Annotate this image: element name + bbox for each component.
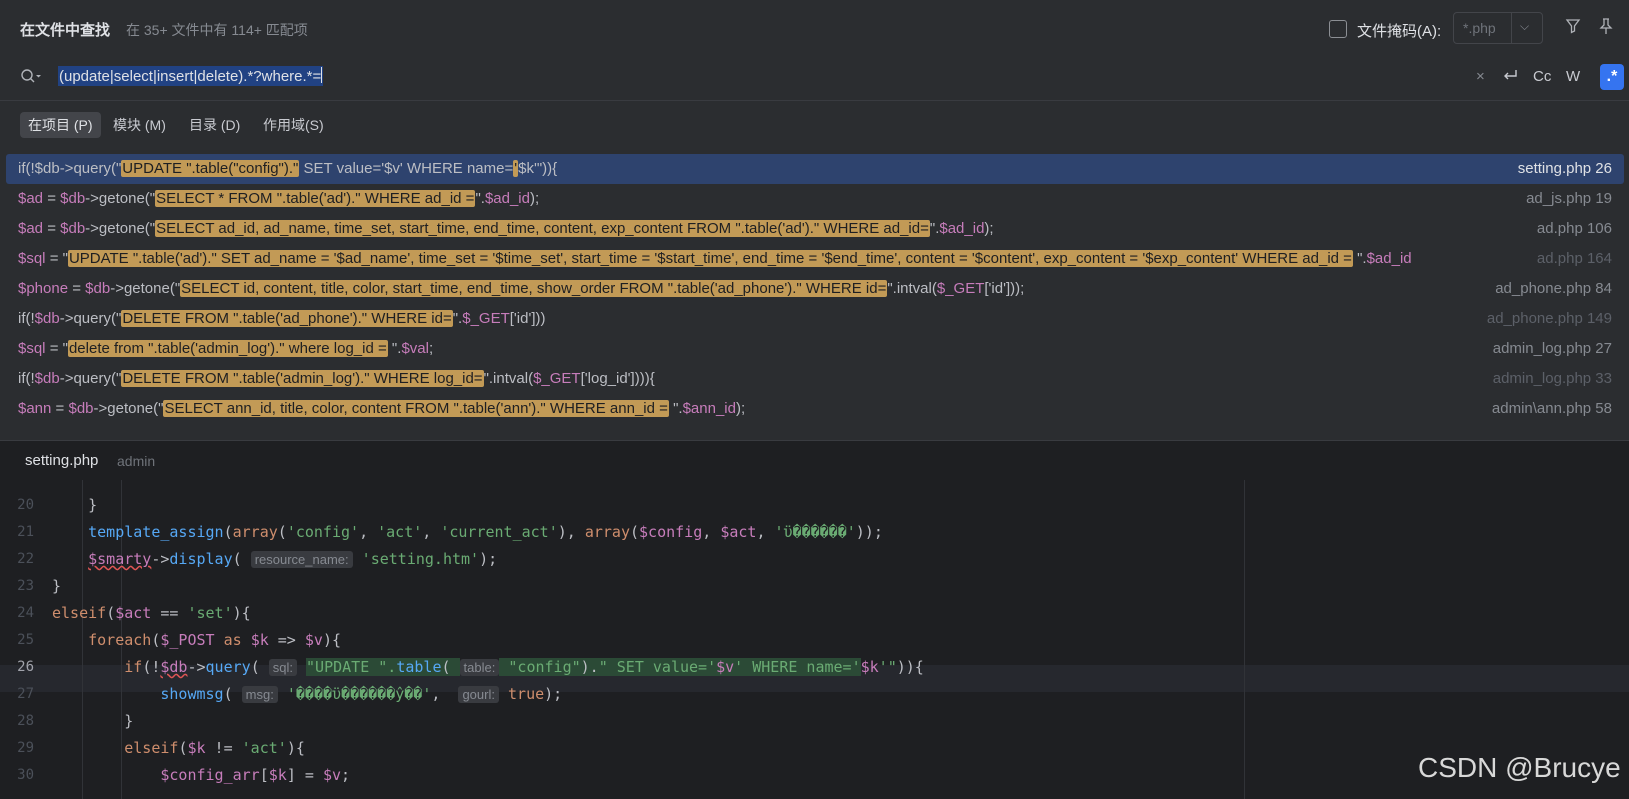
result-row[interactable]: $sql = "delete from ".table('admin_log')… xyxy=(6,334,1624,364)
watermark: CSDN @Brucye xyxy=(1418,752,1621,783)
code-line: template_assign(array('config', 'act', '… xyxy=(88,523,883,541)
line-number: 20 xyxy=(17,497,34,513)
result-code: $sql = "delete from ".table('admin_log')… xyxy=(18,340,434,357)
search-row: (update|select|insert|delete).*?where.*=… xyxy=(0,54,1629,101)
search-input[interactable]: (update|select|insert|delete).*?where.*= xyxy=(58,66,324,86)
result-file: ad.php 164 xyxy=(1536,250,1612,267)
file-mask-value: *.php xyxy=(1463,20,1496,36)
result-file: ad_js.php 19 xyxy=(1526,190,1612,207)
code-line: foreach($_POST as $k => $v){ xyxy=(88,631,341,649)
result-file: admin_log.php 27 xyxy=(1492,340,1612,357)
result-row[interactable]: if(!$db->query("DELETE FROM ".table('ad_… xyxy=(6,304,1624,334)
line-number: 30 xyxy=(17,767,34,783)
code-line: $smarty->display( resource_name: 'settin… xyxy=(88,550,498,568)
pin-icon[interactable] xyxy=(1598,17,1614,39)
scope-project[interactable]: 在项目 (P) xyxy=(20,112,101,138)
scope-directory[interactable]: 目录 (D) xyxy=(181,112,248,138)
result-file: setting.php 26 xyxy=(1511,154,1612,184)
result-code: if(!$db->query("DELETE FROM ".table('adm… xyxy=(18,370,655,387)
clear-search-icon[interactable]: × xyxy=(1476,68,1485,85)
line-number: 29 xyxy=(17,740,34,756)
result-file: ad_phone.php 149 xyxy=(1486,310,1612,327)
code-line: } xyxy=(52,577,62,595)
code-line: showmsg( msg: '����ϋ������ŷ��', gourl: t… xyxy=(160,685,563,703)
result-row[interactable]: $ad = $db->getone("SELECT * FROM ".table… xyxy=(6,184,1624,214)
result-row[interactable]: $ad = $db->getone("SELECT ad_id, ad_name… xyxy=(6,214,1624,244)
file-mask-select[interactable]: *.php ⌵ xyxy=(1453,12,1543,44)
result-row[interactable]: if(!$db->query("UPDATE ".table("config")… xyxy=(6,154,1624,184)
result-code: $phone = $db->getone("SELECT id, content… xyxy=(18,280,1025,297)
line-number: 21 xyxy=(17,524,34,540)
line-number: 26 xyxy=(17,659,34,675)
code-line: if(!$db->query( sql: "UPDATE ".table( ta… xyxy=(124,658,924,676)
result-file: ad.php 106 xyxy=(1536,220,1612,237)
match-count: 在 35+ 文件中有 114+ 匹配项 xyxy=(126,22,308,38)
code-line: } xyxy=(52,712,134,730)
result-row[interactable]: $sql = "UPDATE ".table('ad')." SET ad_na… xyxy=(6,244,1624,274)
preview-file-dir: admin xyxy=(117,453,156,469)
filter-icon[interactable] xyxy=(1565,18,1581,38)
find-in-files-header: 在文件中查找 在 35+ 文件中有 114+ 匹配项 文件掩码(A): *.ph… xyxy=(0,0,1629,55)
result-file: ad_phone.php 84 xyxy=(1495,280,1612,297)
chevron-down-icon[interactable]: ⌵ xyxy=(1520,19,1529,34)
code-line: $config_arr[$k] = $v; xyxy=(160,766,351,784)
result-row[interactable]: $ann = $db->getone("SELECT ann_id, title… xyxy=(6,394,1624,424)
scope-module[interactable]: 模块 (M) xyxy=(105,112,174,138)
result-file: admin\ann.php 58 xyxy=(1491,400,1612,417)
file-mask-label: 文件掩码(A): xyxy=(1357,23,1442,40)
words-toggle[interactable]: W xyxy=(1566,68,1580,85)
result-code: $sql = "UPDATE ".table('ad')." SET ad_na… xyxy=(18,250,1412,267)
new-line-icon[interactable] xyxy=(1501,68,1519,88)
code-preview[interactable]: 20 21 22 23 24 25 26 27 28 29 30 } templ… xyxy=(0,480,1629,799)
regex-toggle[interactable]: .* xyxy=(1600,64,1624,90)
line-number: 25 xyxy=(17,632,34,648)
scope-tabs: 在项目 (P) 模块 (M) 目录 (D) 作用域(S) xyxy=(0,101,1629,150)
result-row[interactable]: $phone = $db->getone("SELECT id, content… xyxy=(6,274,1624,304)
code-line: elseif($act == 'set'){ xyxy=(52,604,251,622)
result-code: $ad = $db->getone("SELECT ad_id, ad_name… xyxy=(18,220,994,237)
file-mask-checkbox[interactable] xyxy=(1329,20,1347,38)
line-number: 22 xyxy=(17,551,34,567)
line-number: 23 xyxy=(17,578,34,594)
result-code: $ad = $db->getone("SELECT * FROM ".table… xyxy=(18,190,540,207)
result-row[interactable]: if(!$db->query("DELETE FROM ".table('adm… xyxy=(6,364,1624,394)
match-case-toggle[interactable]: Cc xyxy=(1533,68,1551,85)
dialog-title: 在文件中查找 xyxy=(20,22,111,39)
line-number: 27 xyxy=(17,686,34,702)
result-code: $ann = $db->getone("SELECT ann_id, title… xyxy=(18,400,746,417)
line-number: 24 xyxy=(17,605,34,621)
result-file: admin_log.php 33 xyxy=(1492,370,1612,387)
result-code: if(!$db->query("UPDATE ".table("config")… xyxy=(18,160,558,177)
results-list: if(!$db->query("UPDATE ".table("config")… xyxy=(0,150,1629,440)
search-history-icon[interactable] xyxy=(20,68,42,89)
preview-header: setting.php admin xyxy=(0,440,1629,481)
code-line: elseif($k != 'act'){ xyxy=(124,739,305,757)
result-code: if(!$db->query("DELETE FROM ".table('ad_… xyxy=(18,310,546,327)
preview-file-name: setting.php xyxy=(25,452,99,469)
scope-custom[interactable]: 作用域(S) xyxy=(255,112,332,138)
code-line: } xyxy=(52,496,98,514)
line-number: 28 xyxy=(17,713,34,729)
